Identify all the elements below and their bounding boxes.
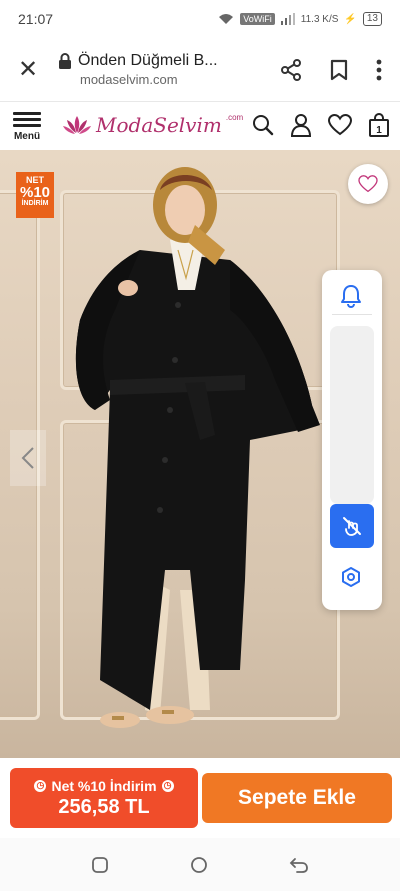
status-time: 21:07 bbox=[18, 11, 54, 27]
charging-icon: ⚡ bbox=[344, 13, 357, 25]
mute-toggle-button[interactable] bbox=[330, 504, 374, 548]
user-icon[interactable] bbox=[290, 113, 312, 137]
clock-icon: ◷ bbox=[34, 779, 47, 792]
menu-label: Menü bbox=[13, 130, 41, 142]
chevron-left-icon bbox=[21, 447, 34, 469]
lotus-logo-icon bbox=[63, 116, 91, 134]
promo-badge: NET %10 İNDİRİM bbox=[16, 172, 54, 218]
favorite-button[interactable] bbox=[348, 164, 388, 204]
promo-badge-line2: %10 bbox=[19, 184, 51, 201]
lock-icon bbox=[59, 53, 71, 69]
network-badge: VoWiFi bbox=[240, 13, 275, 25]
signal-icon bbox=[280, 13, 295, 25]
widget-track[interactable] bbox=[330, 326, 374, 504]
site-header: Menü ModaSelvim .com 1 bbox=[0, 102, 400, 148]
status-icons: VoWiFi 11.3 K/S ⚡ 13 bbox=[218, 12, 382, 26]
widget-divider bbox=[332, 314, 372, 315]
discount-label: Net %10 İndirim bbox=[51, 777, 157, 794]
hamburger-icon bbox=[13, 109, 41, 130]
back-icon[interactable] bbox=[289, 857, 309, 873]
add-to-cart-button[interactable]: Sepete Ekle bbox=[202, 773, 392, 823]
recent-apps-icon[interactable] bbox=[91, 856, 109, 874]
page-title: Önden Düğmeli B... bbox=[78, 52, 218, 69]
search-icon[interactable] bbox=[252, 114, 274, 136]
discount-price-box: ◷ Net %10 İndirim ◷ 256,58 TL bbox=[10, 768, 198, 828]
logo-text: ModaSelvim bbox=[96, 113, 222, 137]
tap-off-icon bbox=[343, 517, 361, 536]
bell-icon[interactable] bbox=[340, 284, 362, 308]
data-speed: 11.3 K/S bbox=[300, 13, 339, 25]
logo-suffix: .com bbox=[225, 112, 244, 122]
purchase-bar: ◷ Net %10 İndirim ◷ 256,58 TL Sepete Ekl… bbox=[0, 760, 400, 838]
wifi-icon bbox=[219, 14, 234, 24]
status-bar: 21:07 VoWiFi 11.3 K/S ⚡ 13 bbox=[0, 0, 400, 38]
home-icon[interactable] bbox=[190, 856, 208, 874]
browser-toolbar: ✕ Önden Düğmeli B... modaselvim.com bbox=[0, 38, 400, 102]
page-url: modaselvim.com bbox=[80, 72, 178, 87]
hexagon-settings-icon[interactable] bbox=[340, 566, 362, 588]
svg-text:1: 1 bbox=[376, 125, 382, 136]
cart-bag-icon[interactable]: 1 bbox=[368, 113, 390, 137]
header-icons: 1 bbox=[252, 113, 390, 137]
more-options-icon[interactable] bbox=[376, 59, 382, 81]
side-widget bbox=[322, 270, 382, 610]
previous-image-button[interactable] bbox=[10, 430, 46, 486]
share-icon[interactable] bbox=[280, 58, 302, 81]
clock-icon: ◷ bbox=[161, 779, 174, 792]
heart-icon[interactable] bbox=[328, 114, 352, 136]
browser-actions bbox=[280, 58, 382, 81]
page: 21:07 VoWiFi 11.3 K/S ⚡ 13 ✕ Önden Düğme… bbox=[0, 0, 400, 891]
heart-outline-icon bbox=[358, 175, 378, 193]
url-block[interactable]: Önden Düğmeli B... modaselvim.com bbox=[58, 52, 280, 87]
site-logo[interactable]: ModaSelvim .com bbox=[62, 113, 243, 137]
discount-price: 256,58 TL bbox=[58, 795, 150, 818]
promo-badge-line3: İNDİRİM bbox=[21, 200, 49, 207]
menu-button[interactable]: Menü bbox=[10, 109, 44, 142]
system-nav-bar bbox=[0, 838, 400, 891]
bookmark-icon[interactable] bbox=[330, 59, 348, 81]
battery-indicator: 13 bbox=[362, 12, 382, 26]
close-icon[interactable]: ✕ bbox=[12, 55, 44, 84]
